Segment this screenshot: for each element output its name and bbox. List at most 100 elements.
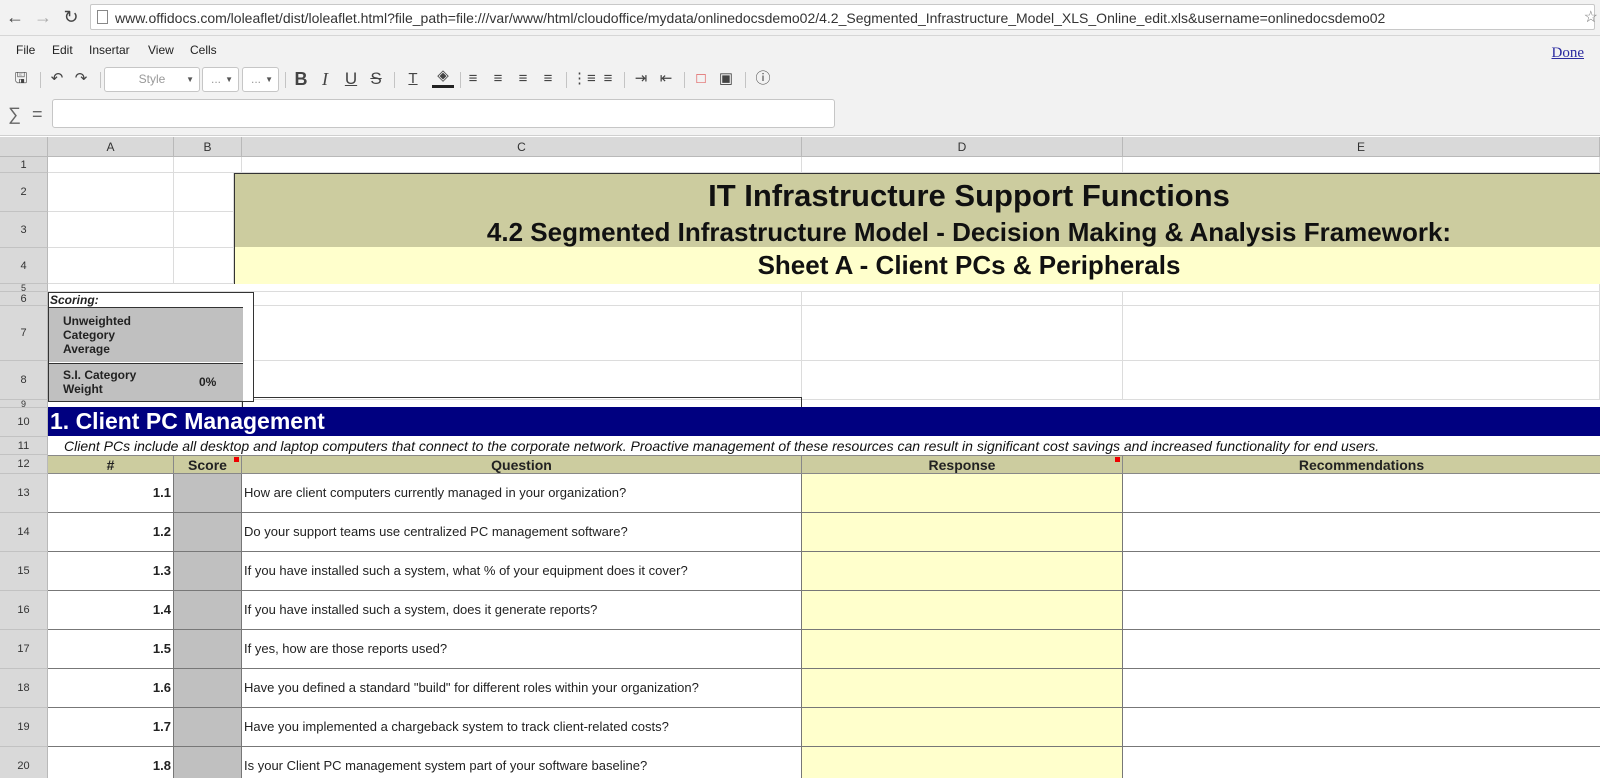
select-all-corner[interactable] [0,137,48,157]
cell-b1[interactable] [174,157,242,173]
question-text[interactable]: If yes, how are those reports used? [242,630,802,668]
comment-marker-icon[interactable] [234,457,239,462]
unweighted-cell[interactable]: Unweighted Category Average [49,307,243,362]
row-header-10[interactable]: 10 [0,408,48,437]
equals-icon[interactable]: = [32,104,43,125]
header-score[interactable]: Score [174,456,242,474]
row-header-11[interactable]: 11 [0,437,48,455]
row-header-13[interactable]: 13 [0,474,48,513]
question-text[interactable]: Have you implemented a chargeback system… [242,708,802,746]
cell-d8[interactable] [802,361,1123,400]
comment-icon[interactable]: □ [690,68,712,90]
row-header-18[interactable]: 18 [0,669,48,708]
cell-a2[interactable] [48,173,174,212]
response-cell[interactable] [802,747,1123,778]
reload-icon[interactable]: ↻ [60,6,82,28]
underline-icon[interactable]: U [340,68,362,90]
strikethrough-icon[interactable]: S [365,68,387,90]
menu-file[interactable]: File [16,43,35,57]
bold-icon[interactable]: B [290,68,312,90]
image-icon[interactable]: ▣ [715,68,737,90]
row-header-6[interactable]: 6 [0,292,48,306]
column-header-d[interactable]: D [802,137,1123,157]
column-header-e[interactable]: E [1123,137,1600,157]
forward-icon[interactable]: → [32,6,54,28]
cell-b4[interactable] [174,248,234,284]
recommendation-cell[interactable] [1123,747,1600,778]
address-bar[interactable]: www.offidocs.com/loleaflet/dist/loleafle… [90,4,1598,30]
undo-icon[interactable]: ↶ [46,68,68,90]
row-header-5[interactable]: 5 [0,284,48,293]
row-header-9[interactable]: 9 [0,400,48,409]
response-cell[interactable] [802,474,1123,512]
cell-c6[interactable] [254,292,802,306]
comment-marker-icon[interactable] [1115,457,1120,462]
score-cell[interactable] [174,591,242,629]
question-number[interactable]: 1.6 [48,669,174,707]
question-text[interactable]: How are client computers currently manag… [242,474,802,512]
row-header-16[interactable]: 16 [0,591,48,630]
cell-e1[interactable] [1123,157,1600,173]
sum-icon[interactable]: ∑ [8,104,21,125]
header-response[interactable]: Response [802,456,1123,474]
recommendation-cell[interactable] [1123,630,1600,668]
column-header-a[interactable]: A [48,137,174,157]
question-number[interactable]: 1.3 [48,552,174,590]
menu-view[interactable]: View [148,43,174,57]
column-header-c[interactable]: C [242,137,802,157]
question-number[interactable]: 1.5 [48,630,174,668]
row-5-cells[interactable] [48,284,1600,292]
align-left-icon[interactable]: ≡ [462,68,484,90]
score-cell[interactable] [174,708,242,746]
response-cell[interactable] [802,669,1123,707]
row-header-20[interactable]: 20 [0,747,48,778]
indent-decrease-icon[interactable]: ⇤ [655,68,677,90]
column-header-b[interactable]: B [174,137,242,157]
section-description[interactable]: Client PCs include all desktop and lapto… [64,438,1379,454]
score-cell[interactable] [174,552,242,590]
cell-e6[interactable] [1123,292,1600,306]
header-question[interactable]: Question [242,456,802,474]
row-header-1[interactable]: 1 [0,157,48,173]
row-header-19[interactable]: 19 [0,708,48,747]
indent-increase-icon[interactable]: ⇥ [630,68,652,90]
align-right-icon[interactable]: ≡ [512,68,534,90]
font-select[interactable]: ... ▼ [202,67,239,92]
score-cell[interactable] [174,513,242,551]
style-select[interactable]: Style ▼ [104,67,200,92]
recommendation-cell[interactable] [1123,708,1600,746]
cell-e7[interactable] [1123,306,1600,361]
recommendation-cell[interactable] [1123,474,1600,512]
font-size-select[interactable]: ... ▼ [242,67,279,92]
numbered-list-icon[interactable]: ≡ [597,68,619,90]
back-icon[interactable]: ← [4,6,26,28]
row-header-4[interactable]: 4 [0,248,48,284]
row-header-17[interactable]: 17 [0,630,48,669]
text-color-icon[interactable]: T [402,68,424,90]
header-recommendations[interactable]: Recommendations [1123,456,1600,474]
question-number[interactable]: 1.1 [48,474,174,512]
scoring-block[interactable]: Scoring: Unweighted Category Average S.I… [48,292,254,402]
score-cell[interactable] [174,747,242,778]
cell-b3[interactable] [174,212,234,248]
spreadsheet-grid[interactable]: A B C D E 1 2 3 4 5 6 7 8 9 10 11 12 13 … [0,137,1600,778]
cell-e8[interactable] [1123,361,1600,400]
bookmark-star-icon[interactable]: ☆ [1584,7,1598,27]
formula-input[interactable] [52,99,835,128]
row-header-3[interactable]: 3 [0,212,48,248]
row-header-14[interactable]: 14 [0,513,48,552]
cell-a3[interactable] [48,212,174,248]
recommendation-cell[interactable] [1123,669,1600,707]
menu-edit[interactable]: Edit [52,43,73,57]
cell-c8[interactable] [254,361,802,400]
row-header-15[interactable]: 15 [0,552,48,591]
save-icon[interactable]: 🖫 [10,68,32,90]
cell-d7[interactable] [802,306,1123,361]
cell-a4[interactable] [48,248,174,284]
si-weight-cell[interactable]: S.I. Category Weight 0% [49,363,243,401]
info-icon[interactable]: ⓘ [752,68,774,90]
response-cell[interactable] [802,591,1123,629]
row-header-7[interactable]: 7 [0,306,48,361]
question-number[interactable]: 1.4 [48,591,174,629]
done-link[interactable]: Done [1552,45,1585,62]
